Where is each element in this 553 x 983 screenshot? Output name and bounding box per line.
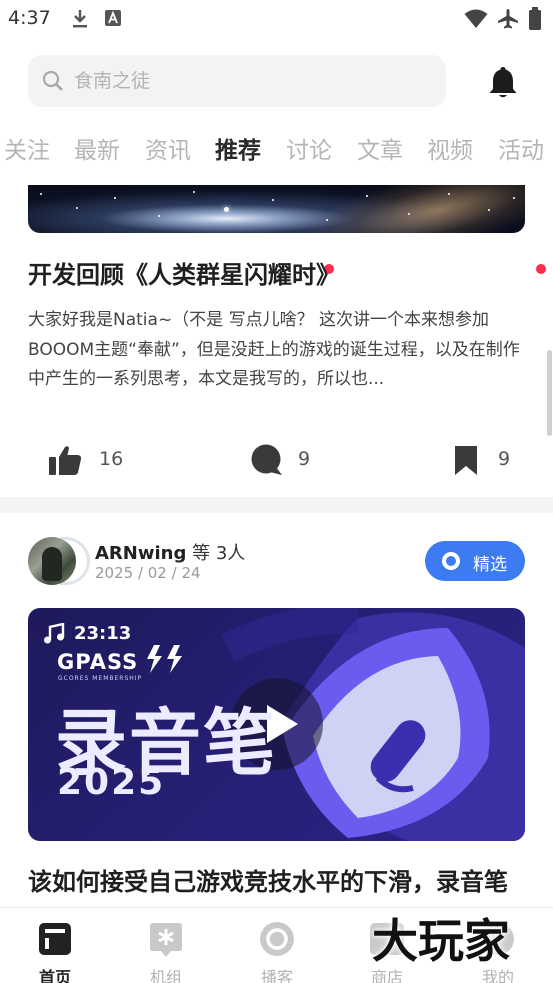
keyboard-a-icon [105,10,121,26]
scrollbar[interactable] [547,350,552,436]
search-input[interactable] [74,65,434,97]
podcast-icon [260,922,294,956]
cover-year: 2025 [57,762,166,803]
nav-podcast[interactable]: 播客 [237,908,317,983]
airplane-mode-icon [498,9,518,29]
bookmark-count: 9 [498,448,511,470]
author-name: ARNwing [95,543,187,564]
crew-chat-icon [150,923,182,957]
nav-home[interactable]: 首页 [15,908,95,983]
status-time: 4:37 [8,7,51,29]
tab-events[interactable]: 活动 [498,131,544,165]
like-button[interactable]: 16 [48,444,128,476]
tab-recommended[interactable]: 推荐 [215,131,261,165]
search-icon [42,70,63,91]
nav-podcast-label: 播客 [260,968,293,983]
notification-bell-icon[interactable] [486,64,520,100]
comment-count: 9 [298,448,311,470]
card-divider [0,497,553,513]
wifi-icon [464,9,488,28]
video-duration: 23:13 [74,623,132,644]
tab-discussion[interactable]: 讨论 [286,131,332,165]
post1-excerpt[interactable]: 大家好我是Natia~（不是 写点儿啥？ 这次讲一个本来想参加BOOOM主题“奉… [28,306,528,395]
author-avatar[interactable] [28,537,76,585]
music-note-icon [44,623,65,644]
download-icon [73,10,87,28]
category-tabs: 关注 最新 资讯 推荐 讨论 文章 视频 活动 [0,131,553,274]
post1-cover-image[interactable] [28,185,525,233]
comment-bubble-icon [251,444,282,475]
post2-date: 2025 / 02 / 24 [95,564,201,582]
cover-brand-sub: GCORES MEMBERSHIP [58,675,143,682]
tab-articles[interactable]: 文章 [357,131,403,165]
featured-label: 精选 [473,555,507,575]
nav-crew-label: 机组 [149,968,182,983]
nav-crew[interactable]: 机组 [126,908,206,983]
featured-ring-icon [442,552,460,570]
featured-badge[interactable]: 精选 [425,541,525,581]
tab-latest[interactable]: 最新 [74,131,120,165]
tab-follow[interactable]: 关注 [4,131,50,165]
post2-author[interactable]: ARNwing 等 3人 [95,539,245,565]
cover-brand: GPASS [57,650,139,674]
thumbs-up-icon [49,446,82,475]
bookmark-icon [455,446,477,475]
events-notify-dot [536,264,546,274]
tab-videos[interactable]: 视频 [427,131,473,165]
comment-button[interactable]: 9 [250,444,320,476]
search-bar[interactable] [28,55,446,107]
status-bar: 4:37 [0,0,553,38]
tab-news[interactable]: 资讯 [145,131,191,165]
lightning-icon [147,645,182,673]
author-suffix: 等 3人 [192,543,246,564]
watermark-logo: 大玩家 [372,914,510,968]
battery-icon [529,7,541,30]
post1-title[interactable]: 开发回顾《人类群星闪耀时》 [28,255,340,290]
home-icon [39,923,71,955]
bookmark-button[interactable]: 9 [452,444,522,476]
like-count: 16 [99,448,124,470]
nav-home-label: 首页 [38,968,71,983]
